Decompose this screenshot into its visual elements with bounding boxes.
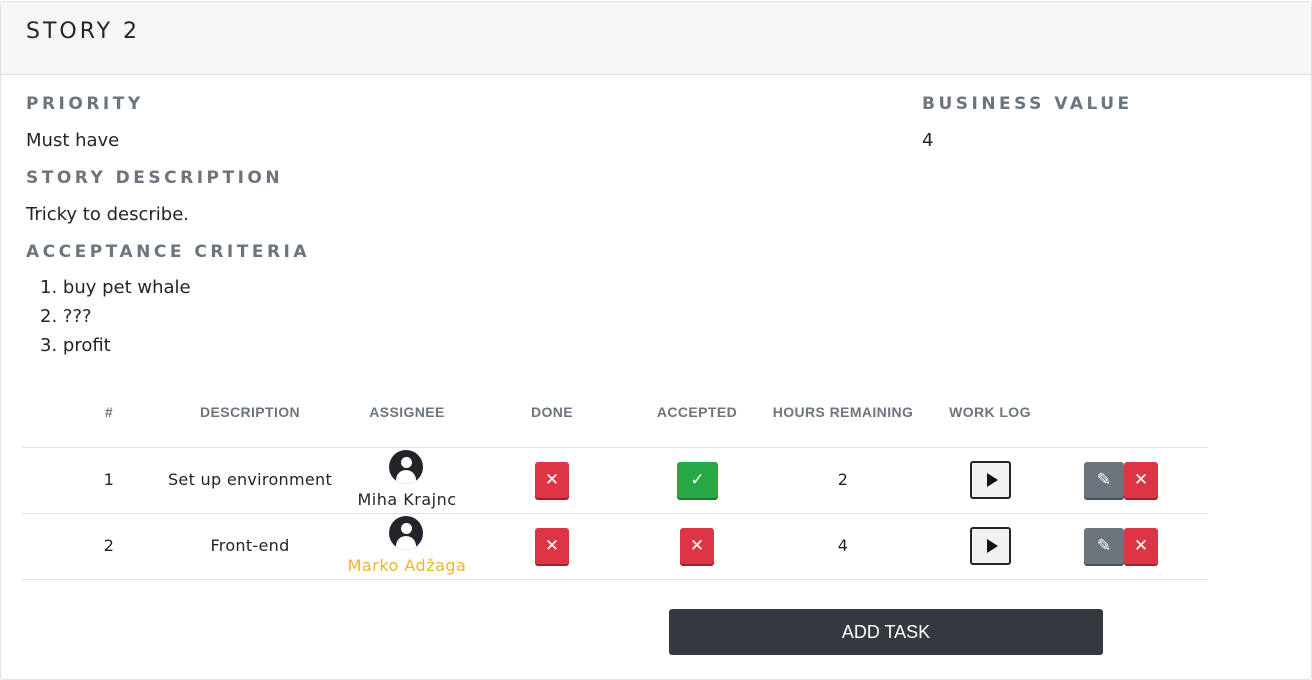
story-title: STORY 2 bbox=[26, 19, 141, 44]
header-hours-remaining: HOURS REMAINING bbox=[772, 404, 914, 420]
header-done: DONE bbox=[530, 404, 574, 420]
acceptance-criteria-label: ACCEPTANCE CRITERIA bbox=[26, 242, 311, 262]
hours-remaining: 2 bbox=[837, 470, 849, 489]
story-description-label: STORY DESCRIPTION bbox=[26, 168, 284, 188]
header-number: # bbox=[104, 404, 114, 420]
close-icon: ✕ bbox=[689, 536, 705, 556]
header-description: DESCRIPTION bbox=[199, 404, 301, 420]
task-number: 1 bbox=[103, 470, 115, 489]
business-value: 4 bbox=[922, 130, 934, 151]
user-avatar-icon bbox=[389, 450, 423, 484]
play-icon bbox=[986, 539, 998, 553]
work-log-play-button[interactable] bbox=[970, 461, 1011, 499]
delete-task-button[interactable]: ✕ bbox=[1124, 462, 1158, 498]
edit-task-button[interactable]: ✎ bbox=[1084, 462, 1124, 498]
table-divider bbox=[22, 513, 1208, 514]
close-icon: ✕ bbox=[544, 470, 560, 490]
check-icon: ✓ bbox=[690, 470, 705, 490]
play-icon bbox=[986, 473, 998, 487]
table-divider bbox=[22, 447, 1208, 448]
accepted-toggle-button[interactable]: ✓ bbox=[677, 462, 718, 498]
close-icon: ✕ bbox=[1133, 536, 1149, 556]
edit-icon: ✎ bbox=[1096, 470, 1112, 490]
done-toggle-button[interactable]: ✕ bbox=[535, 462, 569, 498]
add-task-button[interactable]: ADD TASK bbox=[669, 609, 1103, 655]
edit-task-button[interactable]: ✎ bbox=[1084, 528, 1124, 564]
task-number: 2 bbox=[103, 536, 115, 555]
work-log-play-button[interactable] bbox=[970, 527, 1011, 565]
story-description: Tricky to describe. bbox=[26, 204, 189, 225]
close-icon: ✕ bbox=[1133, 470, 1149, 490]
acceptance-criteria-list: 1. buy pet whale 2. ??? 3. profit bbox=[40, 276, 191, 363]
assignee-name: Marko Adžaga bbox=[347, 556, 467, 575]
task-description: Front-end bbox=[210, 536, 290, 555]
criteria-item: 2. ??? bbox=[40, 306, 92, 327]
edit-icon: ✎ bbox=[1096, 536, 1112, 556]
accepted-toggle-button[interactable]: ✕ bbox=[680, 528, 714, 564]
assignee-name: Miha Krajnc bbox=[357, 490, 457, 509]
header-work-log: WORK LOG bbox=[949, 404, 1031, 420]
user-avatar-icon bbox=[389, 516, 423, 550]
business-value-label: BUSINESS VALUE bbox=[922, 94, 1133, 114]
task-description: Set up environment bbox=[167, 470, 333, 489]
close-icon: ✕ bbox=[544, 536, 560, 556]
criteria-item: 3. profit bbox=[40, 335, 111, 356]
priority-value: Must have bbox=[26, 130, 120, 151]
criteria-item: 1. buy pet whale bbox=[40, 277, 191, 298]
priority-label: PRIORITY bbox=[26, 94, 144, 114]
header-accepted: ACCEPTED bbox=[656, 404, 738, 420]
card-header: STORY 2 bbox=[1, 2, 1311, 75]
done-toggle-button[interactable]: ✕ bbox=[535, 528, 569, 564]
header-assignee: ASSIGNEE bbox=[369, 404, 445, 420]
delete-task-button[interactable]: ✕ bbox=[1124, 528, 1158, 564]
table-divider bbox=[22, 579, 1208, 580]
hours-remaining: 4 bbox=[837, 536, 849, 555]
